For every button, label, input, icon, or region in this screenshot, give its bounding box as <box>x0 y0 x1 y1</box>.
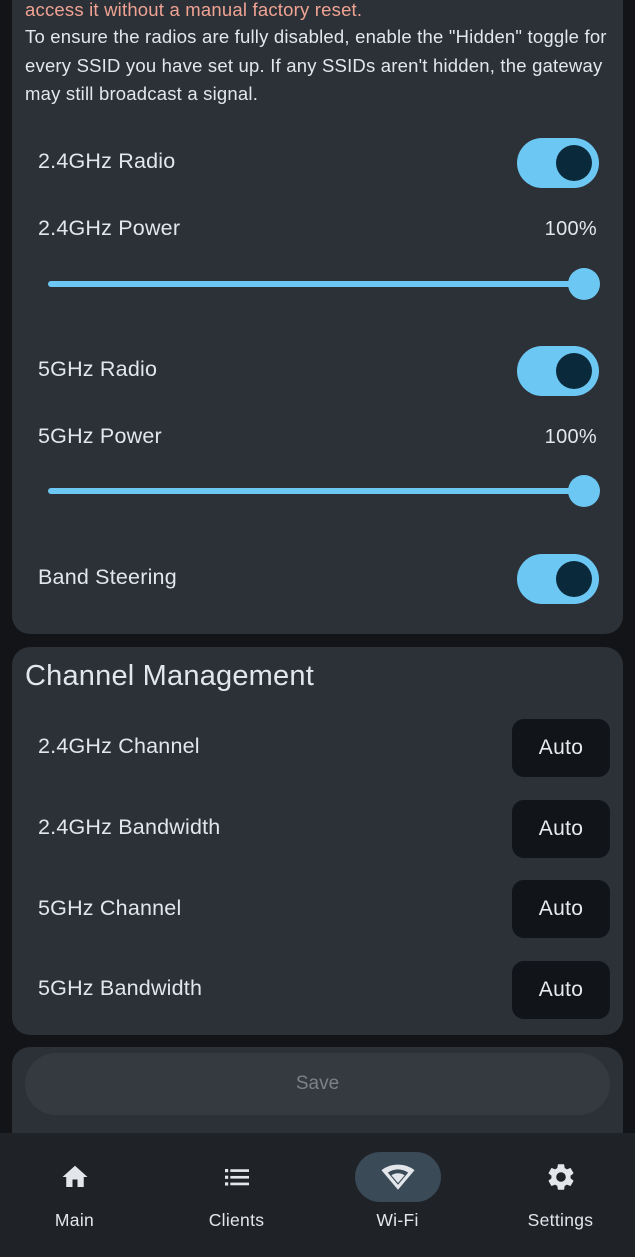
channel-management-title: Channel Management <box>25 660 314 692</box>
nav-item-main[interactable]: Main <box>0 1133 154 1257</box>
save-button[interactable]: Save <box>25 1053 610 1115</box>
bandwidth-5-label: 5GHz Bandwidth <box>38 976 203 1000</box>
radio-5-toggle[interactable] <box>517 346 599 396</box>
radio-5-label: 5GHz Radio <box>38 357 158 381</box>
nav-label-clients: Clients <box>208 1210 265 1230</box>
list-icon <box>224 1169 249 1186</box>
nav-label-main: Main <box>54 1210 95 1230</box>
nav-pill-active <box>354 1152 441 1202</box>
nav-pill <box>194 1152 280 1202</box>
band-steering-toggle[interactable] <box>517 554 599 604</box>
wifi-icon <box>381 1164 414 1190</box>
band-steering-label: Band Steering <box>38 565 177 589</box>
channel-5-label: 5GHz Channel <box>38 896 182 920</box>
toggle-knob <box>556 561 592 597</box>
channel-24-label: 2.4GHz Channel <box>38 734 200 758</box>
nav-item-settings[interactable]: Settings <box>481 1133 635 1257</box>
nav-pill <box>32 1152 118 1202</box>
slider-track <box>48 281 584 287</box>
warning-text: access it without a manual factory reset… <box>25 0 363 20</box>
toggle-knob <box>556 145 592 181</box>
nav-item-wifi[interactable]: Wi-Fi <box>318 1133 477 1257</box>
slider-track <box>48 488 584 494</box>
bandwidth-24-select[interactable]: Auto <box>512 800 610 858</box>
nav-item-clients[interactable]: Clients <box>157 1133 316 1257</box>
nav-label-wifi: Wi-Fi <box>376 1210 419 1230</box>
power-5-value: 100% <box>544 426 597 448</box>
channel-5-select[interactable]: Auto <box>512 880 610 938</box>
toggle-knob <box>556 353 592 389</box>
power-24-slider[interactable] <box>48 267 600 301</box>
power-5-label: 5GHz Power <box>38 424 162 448</box>
power-24-label: 2.4GHz Power <box>38 216 181 240</box>
gear-icon <box>548 1164 573 1190</box>
wifi-settings-screen: access it without a manual factory reset… <box>0 0 635 1257</box>
power-24-value: 100% <box>544 218 597 240</box>
radio-24-toggle[interactable] <box>517 138 599 188</box>
bandwidth-5-select[interactable]: Auto <box>512 961 610 1019</box>
slider-thumb[interactable] <box>568 475 600 507</box>
home-icon <box>62 1165 87 1187</box>
power-5-slider[interactable] <box>48 474 600 508</box>
bottom-navigation: Main Clients Wi-Fi Settings <box>0 1133 635 1257</box>
nav-pill <box>518 1152 604 1202</box>
slider-thumb[interactable] <box>568 268 600 300</box>
bandwidth-24-label: 2.4GHz Bandwidth <box>38 815 221 839</box>
hidden-ssid-note: To ensure the radios are fully disabled,… <box>25 26 607 104</box>
radio-24-label: 2.4GHz Radio <box>38 149 176 173</box>
channel-24-select[interactable]: Auto <box>512 719 610 777</box>
nav-label-settings: Settings <box>527 1210 594 1230</box>
